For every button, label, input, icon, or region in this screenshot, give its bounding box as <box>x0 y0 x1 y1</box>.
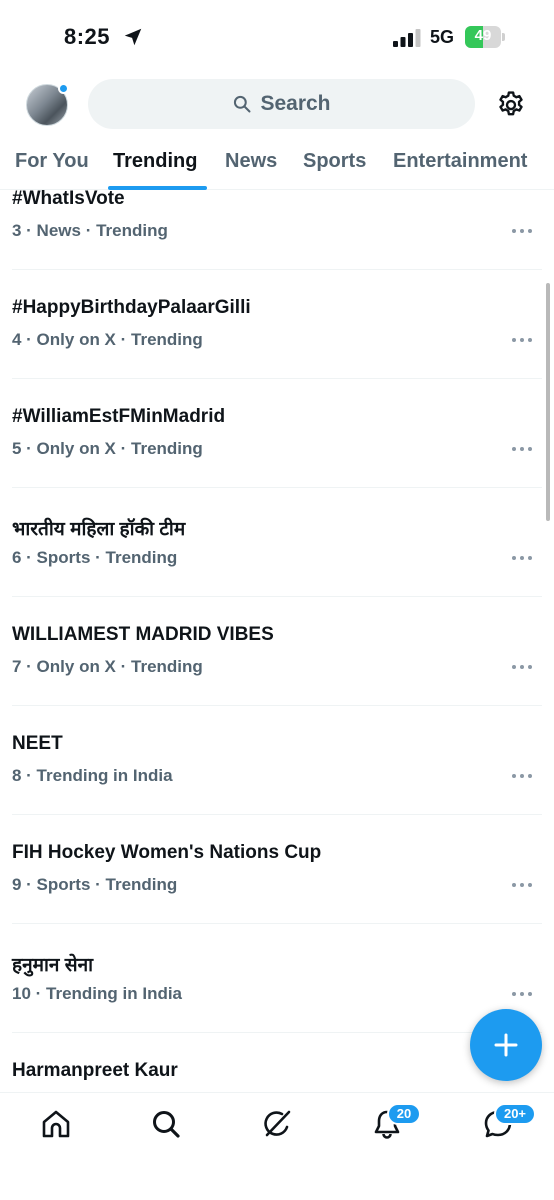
trend-title: भारतीय महिला हॉकी टीम <box>12 519 186 540</box>
compose-post-button[interactable] <box>470 1009 542 1081</box>
search-input[interactable]: Search <box>88 79 475 129</box>
trend-meta: 9 · Sports · Trending <box>12 875 178 894</box>
more-options-icon[interactable] <box>511 663 533 671</box>
explore-icon[interactable] <box>149 1107 183 1141</box>
trend-meta: 3 · News · Trending <box>12 221 168 240</box>
status-time: 8:25 <box>64 24 111 49</box>
divider <box>12 487 542 488</box>
messages-badge: 20+ <box>494 1103 536 1125</box>
trend-title: #WilliamEstFMinMadrid <box>12 406 226 427</box>
trend-meta: 8 · Trending in India <box>12 766 173 785</box>
avatar-notification-dot <box>58 83 69 94</box>
trend-item[interactable]: #HappyBirthdayPalaarGilli 4 · Only on X ·… <box>0 297 554 406</box>
trend-title: FIH Hockey Women's Nations Cup <box>12 842 322 863</box>
trend-item[interactable]: NEET 8 · Trending in India <box>0 733 554 842</box>
top-header: Search <box>0 74 554 136</box>
trend-meta: 10 · Trending in India <box>12 984 183 1003</box>
divider <box>12 596 542 597</box>
divider <box>12 269 542 270</box>
home-icon[interactable] <box>39 1107 73 1141</box>
tab-news[interactable]: News <box>225 150 277 173</box>
cellular-signal-icon <box>393 29 421 47</box>
more-options-icon[interactable] <box>511 990 533 998</box>
divider <box>12 1032 542 1033</box>
trend-title: NEET <box>12 733 63 754</box>
battery-percent: 49 <box>474 27 492 44</box>
trend-title: WILLIAMEST MADRID VIBES <box>12 624 274 645</box>
location-arrow-icon <box>124 28 142 46</box>
tab-trending[interactable]: Trending <box>113 150 197 173</box>
more-options-icon[interactable] <box>511 772 533 780</box>
divider <box>12 378 542 379</box>
grok-icon[interactable] <box>260 1107 294 1141</box>
divider <box>12 705 542 706</box>
search-placeholder: Search <box>260 92 331 115</box>
scrollbar[interactable] <box>546 283 550 521</box>
explore-tabs: For You Trending News Sports Entertainme… <box>0 136 554 190</box>
trend-item[interactable]: #WilliamEstFMinMadrid 5 · Only on X · Tre… <box>0 406 554 515</box>
battery-charging-icon: 49 <box>465 26 507 48</box>
trend-title: #WhatIsVote <box>12 190 125 209</box>
bottom-nav: 20 20+ <box>0 1092 554 1200</box>
more-options-icon[interactable] <box>511 554 533 562</box>
more-options-icon[interactable] <box>511 445 533 453</box>
trend-title: हनुमान सेना <box>12 955 94 976</box>
tab-for-you[interactable]: For You <box>15 150 89 173</box>
trend-item[interactable]: भारतीय महिला हॉकी टीम 6 · Sports · Trendi… <box>0 515 554 624</box>
trend-item[interactable]: WILLIAMEST MADRID VIBES 7 · Only on X · T… <box>0 624 554 733</box>
notifications-badge: 20 <box>387 1103 421 1125</box>
trend-meta: 7 · Only on X · Trending <box>12 657 203 676</box>
divider <box>12 814 542 815</box>
search-icon <box>234 95 251 113</box>
trend-meta: 4 · Only on X · Trending <box>12 330 203 349</box>
more-options-icon[interactable] <box>511 336 533 344</box>
gear-icon[interactable] <box>496 90 526 120</box>
network-type: 5G <box>430 27 455 47</box>
divider <box>12 923 542 924</box>
trend-meta: 5 · Only on X · Trending <box>12 439 203 458</box>
trend-item[interactable]: FIH Hockey Women's Nations Cup 9 · Sports… <box>0 842 554 951</box>
status-bar: 8:25 5G 49 <box>0 0 554 74</box>
trend-item[interactable]: #WhatIsVote 3 · News · Trending <box>0 190 554 297</box>
trend-item[interactable]: Harmanpreet Kaur <box>0 1060 554 1092</box>
plus-icon <box>494 1033 518 1057</box>
more-options-icon[interactable] <box>511 227 533 235</box>
tab-sports[interactable]: Sports <box>303 150 366 173</box>
trend-title: Harmanpreet Kaur <box>12 1060 178 1081</box>
tab-entertainment[interactable]: Entertainment <box>393 150 527 173</box>
trend-list: #WhatIsVote 3 · News · Trending #HappyBirt… <box>0 190 554 1092</box>
trend-title: #HappyBirthdayPalaarGilli <box>12 297 251 318</box>
more-options-icon[interactable] <box>511 881 533 889</box>
explore-trending-screen: 8:25 5G 49 Search For You Trending News … <box>0 0 554 1200</box>
trend-meta: 6 · Sports · Trending <box>12 548 178 567</box>
